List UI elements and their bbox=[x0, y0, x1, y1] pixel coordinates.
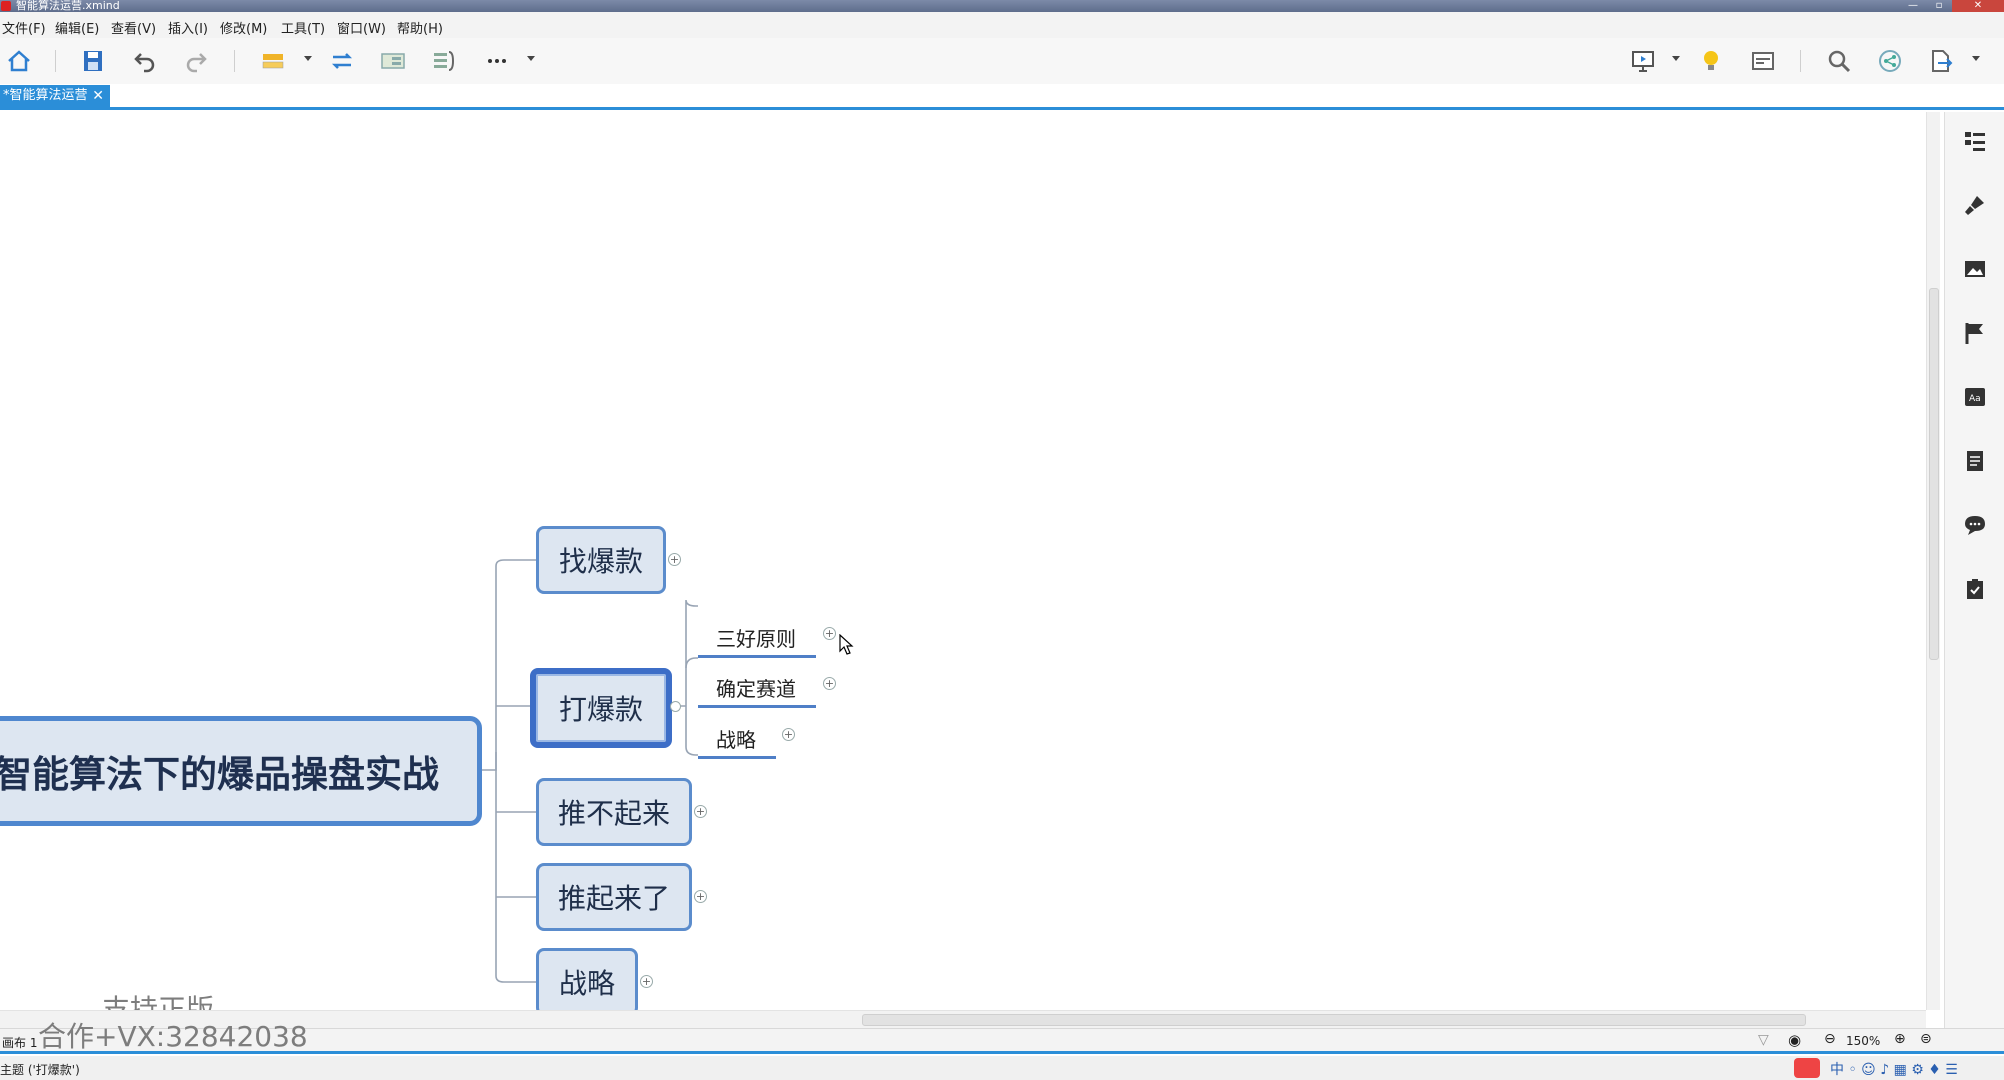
subtopic-define-track[interactable]: 确定赛道 bbox=[716, 673, 796, 702]
menu-modify[interactable]: 修改(M) bbox=[220, 18, 267, 37]
subtopic-underline bbox=[698, 655, 816, 658]
editor-tab-strip: *智能算法运营 ✕ bbox=[0, 84, 2004, 110]
fit-map-icon[interactable]: ⊜ bbox=[1920, 1031, 1932, 1047]
topic-icon[interactable] bbox=[258, 46, 288, 76]
summary-icon[interactable] bbox=[429, 46, 459, 76]
comments-icon[interactable] bbox=[1962, 512, 1988, 538]
sheet-bar: 画布 1 合作+VX:32842038 ▽ ◉ ⊖ 150% ⊕ ⊜ bbox=[0, 1020, 2004, 1054]
topic-label: 打爆款 bbox=[558, 693, 643, 726]
topic-cannot-push[interactable]: 推不起来 bbox=[536, 778, 692, 846]
save-icon[interactable] bbox=[78, 46, 108, 76]
outline-panel-icon[interactable] bbox=[1962, 128, 1988, 154]
subtopic-underline bbox=[698, 756, 776, 759]
image-icon[interactable] bbox=[1962, 256, 1988, 282]
status-text: 主题 ('打爆款') bbox=[0, 1063, 80, 1077]
relationship-icon[interactable] bbox=[327, 46, 357, 76]
expand-plus-icon[interactable]: + bbox=[668, 553, 681, 566]
zoom-in-icon[interactable]: ⊕ bbox=[1894, 1031, 1906, 1047]
share-icon[interactable] bbox=[1875, 46, 1905, 76]
collapse-icon[interactable] bbox=[670, 701, 681, 712]
tab-label: *智能算法运营 bbox=[3, 88, 88, 103]
vertical-scroll-thumb[interactable] bbox=[1929, 288, 1939, 660]
menu-view[interactable]: 查看(V) bbox=[111, 18, 156, 37]
zoom-out-icon[interactable]: ⊖ bbox=[1824, 1031, 1836, 1047]
notes-icon[interactable] bbox=[1962, 448, 1988, 474]
topic-find-hit[interactable]: 找爆款 bbox=[536, 526, 666, 594]
more-icon[interactable] bbox=[482, 46, 512, 76]
close-window-button[interactable]: ✕ bbox=[1952, 0, 2004, 12]
idea-icon[interactable] bbox=[1696, 46, 1726, 76]
tab-document[interactable]: *智能算法运营 ✕ bbox=[0, 85, 110, 107]
topic-make-hit[interactable]: 打爆款 bbox=[530, 668, 672, 748]
menu-insert[interactable]: 插入(I) bbox=[168, 18, 208, 37]
main-toolbar bbox=[0, 38, 2004, 84]
sheet-tab[interactable]: 画布 1 bbox=[2, 1034, 37, 1051]
task-icon[interactable] bbox=[1962, 576, 1988, 602]
topic-label: 战略 bbox=[558, 967, 615, 1000]
expand-plus-icon[interactable]: + bbox=[694, 890, 707, 903]
menu-edit[interactable]: 编辑(E) bbox=[55, 18, 99, 37]
expand-plus-icon[interactable]: + bbox=[640, 975, 653, 988]
subtopic-three-good[interactable]: 三好原则 bbox=[716, 623, 796, 652]
zoom-level: 150% bbox=[1846, 1034, 1881, 1048]
watermark-line2: 合作+VX:32842038 bbox=[38, 1020, 308, 1053]
expand-plus-icon[interactable]: + bbox=[823, 627, 836, 640]
central-topic-label: 智能算法下的爆品操盘实战 bbox=[0, 753, 439, 796]
home-icon[interactable] bbox=[4, 46, 34, 76]
title-bar: 智能算法运营.xmind — ▫ ✕ bbox=[0, 0, 2004, 12]
undo-icon[interactable] bbox=[130, 46, 160, 76]
topic-label: 推不起来 bbox=[557, 797, 670, 830]
presentation-icon[interactable] bbox=[1628, 46, 1658, 76]
font-panel-icon[interactable]: Aa bbox=[1962, 384, 1988, 410]
topic-label: 推起来了 bbox=[557, 882, 670, 915]
svg-text:Aa: Aa bbox=[1969, 394, 1981, 404]
connector-lines bbox=[482, 559, 698, 983]
outline-view-icon[interactable] bbox=[1748, 46, 1778, 76]
close-tab-icon[interactable]: ✕ bbox=[92, 85, 104, 107]
status-bar: 主题 ('打爆款') 中 ◦ ☺ ♪ ▦ ⚙ ♦ ☰ bbox=[0, 1056, 2004, 1080]
boundary-icon[interactable] bbox=[378, 46, 408, 76]
watermark-line1: 支持正版 bbox=[102, 993, 215, 1012]
central-topic[interactable]: 智能算法下的爆品操盘实战 bbox=[0, 716, 482, 826]
horizontal-scroll-thumb[interactable] bbox=[862, 1014, 1806, 1026]
maximize-button[interactable]: ▫ bbox=[1926, 0, 1952, 12]
mindmap-canvas[interactable]: 智能算法下的爆品操盘实战 找爆款 + 打爆款 推不起来 + 推起来了 + 战略 … bbox=[0, 112, 1928, 1012]
xmind-window: 智能算法运营.xmind — ▫ ✕ 文件(F) 编辑(E) 查看(V) 插入(… bbox=[0, 0, 2004, 1080]
menu-file[interactable]: 文件(F) bbox=[2, 18, 46, 37]
topic-pushed-up[interactable]: 推起来了 bbox=[536, 863, 692, 931]
menu-tools[interactable]: 工具(T) bbox=[281, 18, 325, 37]
ime-logo-icon[interactable] bbox=[1794, 1058, 1820, 1078]
expand-plus-icon[interactable]: + bbox=[823, 677, 836, 690]
app-logo-icon bbox=[1, 1, 11, 11]
topic-label: 找爆款 bbox=[558, 545, 643, 578]
minimize-button[interactable]: — bbox=[1900, 0, 1926, 12]
menu-bar: 文件(F) 编辑(E) 查看(V) 插入(I) 修改(M) 工具(T) 窗口(W… bbox=[0, 12, 2004, 38]
marker-flag-icon[interactable] bbox=[1962, 320, 1988, 346]
filter-icon[interactable]: ▽ bbox=[1758, 1032, 1769, 1048]
subtopic-underline bbox=[698, 705, 816, 708]
expand-plus-icon[interactable]: + bbox=[782, 728, 795, 741]
redo-icon[interactable] bbox=[181, 46, 211, 76]
menu-window[interactable]: 窗口(W) bbox=[337, 18, 386, 37]
subtopic-strategy[interactable]: 战略 bbox=[716, 724, 756, 753]
search-icon[interactable] bbox=[1824, 46, 1854, 76]
export-icon[interactable] bbox=[1926, 46, 1956, 76]
mouse-cursor-icon bbox=[839, 634, 854, 655]
vertical-scrollbar[interactable] bbox=[1926, 112, 1940, 1010]
eye-icon[interactable]: ◉ bbox=[1788, 1031, 1801, 1049]
ime-toolbar-icons[interactable]: 中 ◦ ☺ ♪ ▦ ⚙ ♦ ☰ bbox=[1830, 1059, 1958, 1079]
window-title: 智能算法运营.xmind bbox=[16, 0, 120, 12]
topic-strategy[interactable]: 战略 bbox=[536, 948, 638, 1012]
expand-plus-icon[interactable]: + bbox=[694, 805, 707, 818]
format-brush-icon[interactable] bbox=[1962, 192, 1988, 218]
right-side-panel: Aa bbox=[1944, 112, 2004, 1042]
menu-help[interactable]: 帮助(H) bbox=[397, 18, 443, 37]
